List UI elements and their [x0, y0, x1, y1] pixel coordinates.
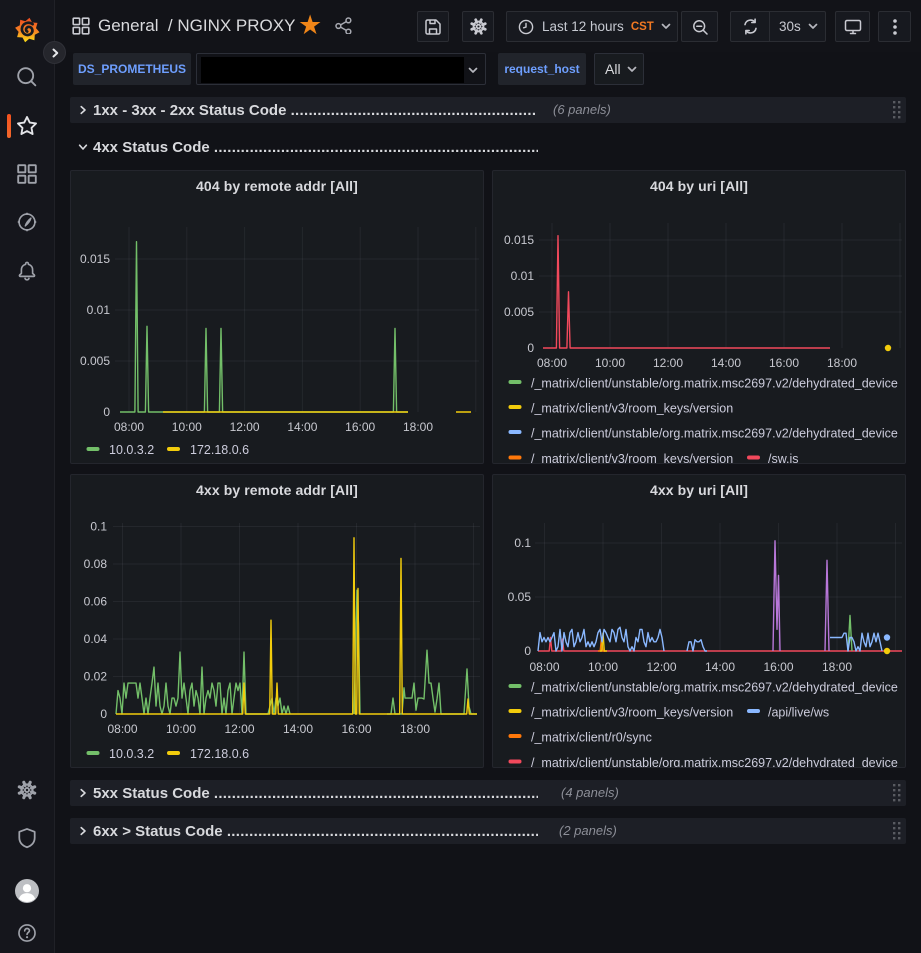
svg-text:0.04: 0.04: [84, 632, 108, 646]
svg-text:10:00: 10:00: [166, 722, 196, 736]
svg-text:0.015: 0.015: [80, 252, 110, 266]
svg-text:0.06: 0.06: [84, 595, 108, 609]
svg-text:10.0.3.2: 10.0.3.2: [109, 747, 154, 761]
svg-text:18:00: 18:00: [827, 356, 857, 370]
svg-text:12:00: 12:00: [646, 660, 676, 674]
svg-text:0.08: 0.08: [84, 557, 108, 571]
svg-text:0.01: 0.01: [511, 269, 535, 283]
svg-text:18:00: 18:00: [400, 722, 430, 736]
svg-text:12:00: 12:00: [230, 420, 260, 434]
svg-text:14:00: 14:00: [287, 420, 317, 434]
svg-text:18:00: 18:00: [822, 660, 852, 674]
svg-text:0.005: 0.005: [80, 354, 110, 368]
svg-text:0: 0: [524, 644, 531, 658]
svg-text:0: 0: [100, 707, 107, 721]
svg-text:18:00: 18:00: [403, 420, 433, 434]
svg-text:0.015: 0.015: [504, 233, 534, 247]
svg-text:10:00: 10:00: [595, 356, 625, 370]
svg-text:10:00: 10:00: [172, 420, 202, 434]
svg-text:172.18.0.6: 172.18.0.6: [190, 443, 249, 457]
svg-text:0.05: 0.05: [508, 590, 532, 604]
svg-text:/_matrix/client/unstable/org.m: /_matrix/client/unstable/org.matrix.msc2…: [531, 681, 898, 695]
svg-text:16:00: 16:00: [341, 722, 371, 736]
svg-text:/_matrix/client/v3/room_keys/v: /_matrix/client/v3/room_keys/version: [531, 402, 733, 416]
svg-text:0: 0: [103, 405, 110, 419]
svg-text:/_matrix/client/r0/sync: /_matrix/client/r0/sync: [531, 731, 652, 745]
svg-text:/_matrix/client/v3/room_keys/v: /_matrix/client/v3/room_keys/version: [531, 452, 733, 464]
svg-text:14:00: 14:00: [283, 722, 313, 736]
svg-text:0.02: 0.02: [84, 670, 108, 684]
svg-text:/api/live/ws: /api/live/ws: [768, 706, 829, 720]
svg-text:10.0.3.2: 10.0.3.2: [109, 443, 154, 457]
svg-text:14:00: 14:00: [705, 660, 735, 674]
svg-text:/_matrix/client/unstable/org.m: /_matrix/client/unstable/org.matrix.msc2…: [531, 377, 898, 391]
svg-text:0.01: 0.01: [87, 303, 111, 317]
svg-text:12:00: 12:00: [224, 722, 254, 736]
svg-text:14:00: 14:00: [711, 356, 741, 370]
svg-text:16:00: 16:00: [763, 660, 793, 674]
svg-text:16:00: 16:00: [345, 420, 375, 434]
svg-text:/_matrix/client/v3/room_keys/v: /_matrix/client/v3/room_keys/version: [531, 706, 733, 720]
svg-text:08:00: 08:00: [114, 420, 144, 434]
svg-text:12:00: 12:00: [653, 356, 683, 370]
svg-text:0.1: 0.1: [90, 520, 107, 534]
svg-text:0.005: 0.005: [504, 305, 534, 319]
svg-text:172.18.0.6: 172.18.0.6: [190, 747, 249, 761]
svg-text:/_matrix/client/unstable/org.m: /_matrix/client/unstable/org.matrix.msc2…: [531, 427, 898, 441]
svg-text:/sw.js: /sw.js: [768, 452, 799, 464]
svg-text:0.1: 0.1: [514, 536, 531, 550]
svg-text:08:00: 08:00: [107, 722, 137, 736]
svg-text:/_matrix/client/unstable/org.m: /_matrix/client/unstable/org.matrix.msc2…: [531, 756, 898, 768]
svg-text:16:00: 16:00: [769, 356, 799, 370]
svg-text:10:00: 10:00: [588, 660, 618, 674]
svg-text:0: 0: [527, 341, 534, 355]
svg-text:08:00: 08:00: [537, 356, 567, 370]
svg-text:08:00: 08:00: [529, 660, 559, 674]
